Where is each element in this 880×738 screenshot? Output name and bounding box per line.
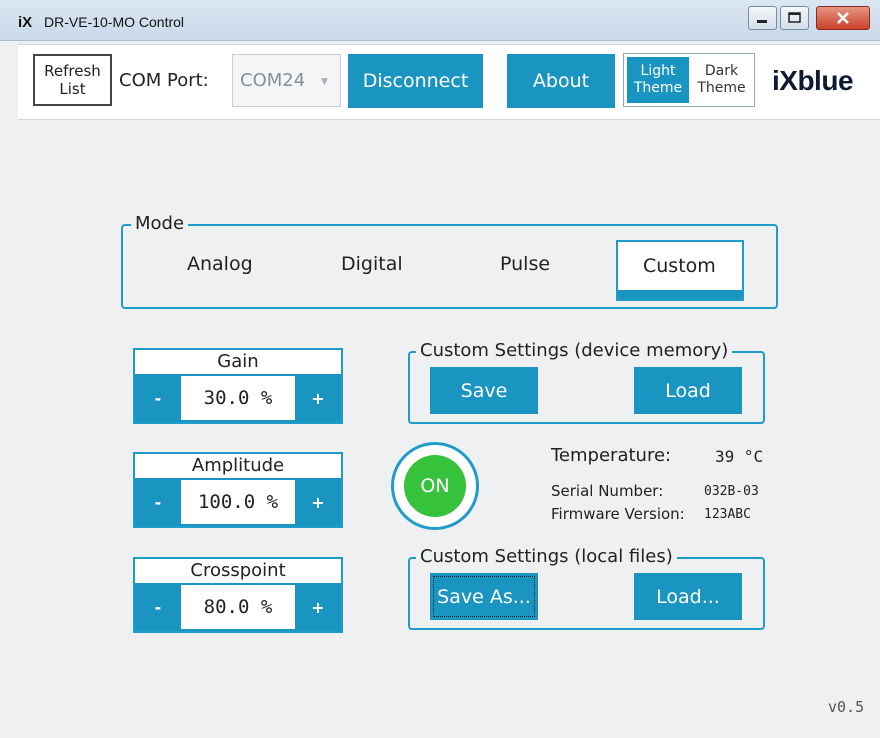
crosspoint-value[interactable]: 80.0 % (181, 585, 295, 629)
gain-label: Gain (135, 350, 341, 374)
firmware-version-value: 123ABC (704, 507, 751, 522)
device-save-button[interactable]: Save (430, 367, 538, 414)
mode-option-digital[interactable]: Digital (341, 253, 403, 275)
serial-number-label: Serial Number: (551, 482, 664, 500)
window-title: DR-VE-10-MO Control (44, 14, 185, 30)
local-files-group: Custom Settings (local files) Save As...… (408, 546, 765, 630)
app-window: iX DR-VE-10-MO Control Refresh List COM … (0, 0, 880, 738)
save-as-button[interactable]: Save As... (430, 573, 538, 620)
gain-increment-button[interactable]: + (295, 374, 341, 422)
crosspoint-label: Crosspoint (135, 559, 341, 583)
disconnect-button[interactable]: Disconnect (348, 54, 483, 108)
com-port-label: COM Port: (119, 70, 209, 91)
chevron-down-icon: ▼ (321, 77, 328, 87)
crosspoint-stepper: Crosspoint - 80.0 % + (133, 557, 343, 633)
amplitude-label: Amplitude (135, 454, 341, 478)
close-icon (837, 12, 849, 24)
light-theme-button[interactable]: Light Theme (627, 57, 689, 103)
mode-legend: Mode (131, 213, 189, 234)
light-theme-line1: Light (640, 63, 676, 79)
gain-value[interactable]: 30.0 % (181, 376, 295, 420)
close-button[interactable] (816, 6, 870, 30)
about-button[interactable]: About (507, 54, 615, 108)
refresh-label-line1: Refresh (44, 62, 101, 80)
maximize-icon (788, 12, 801, 23)
amplitude-stepper: Amplitude - 100.0 % + (133, 452, 343, 528)
dark-theme-button[interactable]: Dark Theme (691, 57, 752, 103)
temperature-value: 39 °C (715, 447, 764, 466)
mode-option-analog[interactable]: Analog (187, 253, 253, 275)
mode-group: Mode Analog Digital Pulse Custom (121, 213, 778, 309)
theme-toggle: Light Theme Dark Theme (623, 53, 755, 107)
mode-option-pulse[interactable]: Pulse (500, 253, 550, 275)
power-toggle[interactable]: ON (391, 442, 479, 530)
light-theme-line2: Theme (633, 80, 683, 96)
device-load-button[interactable]: Load (634, 367, 742, 414)
crosspoint-decrement-button[interactable]: - (135, 583, 181, 631)
minimize-icon (757, 20, 767, 23)
crosspoint-increment-button[interactable]: + (295, 583, 341, 631)
selected-indicator (618, 290, 742, 299)
on-indicator: ON (404, 455, 466, 517)
dark-theme-line2: Theme (697, 80, 746, 96)
mode-option-custom[interactable]: Custom (616, 240, 744, 301)
device-memory-group: Custom Settings (device memory) Save Loa… (408, 340, 765, 424)
serial-number-value: 032B-03 (704, 484, 759, 499)
mode-custom-label: Custom (643, 255, 716, 277)
com-port-select[interactable]: COM24 ▼ (232, 54, 341, 107)
amplitude-decrement-button[interactable]: - (135, 478, 181, 526)
brand-logo: iXblue (772, 65, 854, 96)
refresh-label-line2: List (59, 80, 86, 98)
refresh-list-button[interactable]: Refresh List (33, 54, 112, 106)
app-icon: iX (18, 14, 33, 31)
amplitude-value[interactable]: 100.0 % (181, 480, 295, 524)
gain-decrement-button[interactable]: - (135, 374, 181, 422)
toolbar: Refresh List COM Port: COM24 ▼ Disconnec… (18, 44, 880, 120)
temperature-label: Temperature: (551, 445, 672, 466)
local-load-button[interactable]: Load... (634, 573, 742, 620)
maximize-button[interactable] (780, 6, 809, 30)
com-port-value: COM24 (240, 70, 306, 91)
title-bar: iX DR-VE-10-MO Control (0, 0, 880, 41)
main-panel: Mode Analog Digital Pulse Custom Gain - … (18, 120, 880, 730)
local-files-legend: Custom Settings (local files) (416, 546, 677, 567)
gain-stepper: Gain - 30.0 % + (133, 348, 343, 424)
version-label: v0.5 (828, 698, 865, 716)
minimize-button[interactable] (748, 6, 777, 30)
dark-theme-line1: Dark (704, 63, 739, 79)
amplitude-increment-button[interactable]: + (295, 478, 341, 526)
device-memory-legend: Custom Settings (device memory) (416, 340, 733, 361)
firmware-version-label: Firmware Version: (551, 505, 685, 523)
